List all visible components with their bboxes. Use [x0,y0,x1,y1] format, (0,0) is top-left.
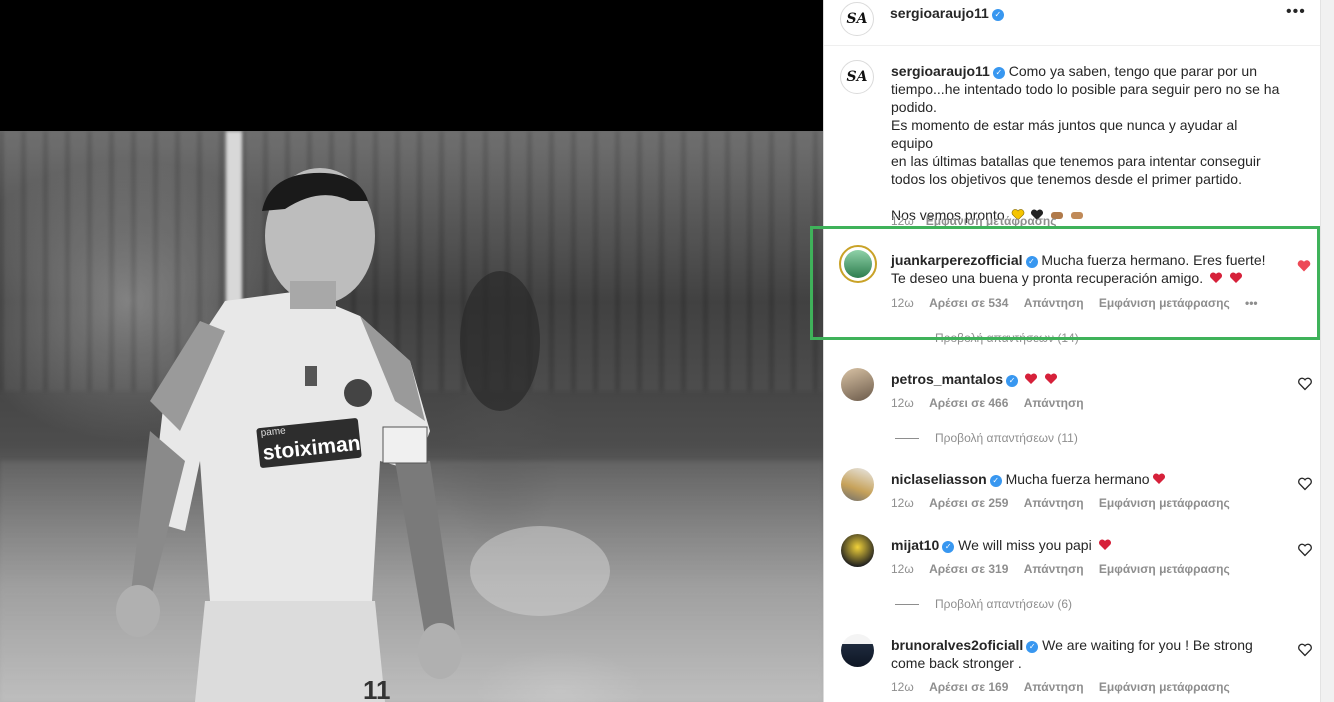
comment-likes[interactable]: Αρέσει σε 169 [929,680,1008,694]
replies-divider [895,338,919,340]
reply-button[interactable]: Απάντηση [1024,496,1084,510]
translate-link[interactable]: Εμφάνιση μετάφρασης [1099,496,1230,510]
caption-text: sergioaraujo11 ✓ Como ya saben, tengo que… [891,62,1281,224]
red-heart-icon [1024,373,1037,384]
verified-badge-icon: ✓ [989,475,1002,487]
translate-link[interactable]: Εμφάνιση μετάφρασης [1099,680,1230,694]
comment-text: juankarperezofficial ✓ Mucha fuerza herma… [891,251,1281,287]
heart-icon[interactable] [1298,643,1312,657]
post-photo: pame stoiximan 11 [0,131,823,702]
heart-icon[interactable] [1298,543,1312,557]
commenter-avatar[interactable] [841,534,874,567]
view-replies-button[interactable]: Προβολή απαντήσεων (6) [895,597,1072,611]
commenter-username[interactable]: brunoralves2oficiall [891,637,1023,653]
caption-line: en las últimas batallas que tenemos para… [891,153,1261,169]
reply-button[interactable]: Απάντηση [1024,396,1084,410]
comment-meta: 12ω Αρέσει σε 534 Απάντηση Εμφάνιση μετά… [891,296,1270,310]
comment-body: We will miss you papi [958,537,1092,553]
comment-likes[interactable]: Αρέσει σε 466 [929,396,1008,410]
red-heart-icon [1098,539,1111,550]
replies-divider [895,438,919,440]
caption-meta: 12ω Εμφάνιση μετάφρασης [891,214,1069,228]
comment-options-icon[interactable]: ••• [1245,296,1258,310]
comment-time: 12ω [891,296,914,310]
red-heart-icon [1229,272,1242,283]
commenter-username[interactable]: petros_mantalos [891,371,1003,387]
comment-text: niclaseliasson ✓ Mucha fuerza hermano [891,470,1281,488]
heart-icon[interactable] [1298,377,1312,391]
comment-meta: 12ω Αρέσει σε 169 Απάντηση Εμφάνιση μετά… [891,680,1242,694]
fist-bump-icon [1071,212,1084,219]
replies-divider [895,604,919,606]
comment-likes[interactable]: Αρέσει σε 259 [929,496,1008,510]
comments-panel: SA sergioaraujo11 ✓ ••• SA sergioaraujo11… [823,0,1321,702]
commenter-avatar[interactable] [841,368,874,401]
view-replies-button[interactable]: Προβολή απαντήσεων (11) [895,431,1078,445]
caption-time: 12ω [891,214,914,228]
heart-icon[interactable] [1298,477,1312,491]
caption-line: Como ya saben, tengo que parar por un [1008,63,1257,79]
red-heart-icon [1209,272,1223,283]
comment-time: 12ω [891,562,914,576]
translate-link[interactable]: Εμφάνιση μετάφρασης [1099,562,1230,576]
player-illustration: pame stoiximan 11 [116,168,610,702]
author-avatar[interactable]: SA [840,2,874,36]
commenter-username[interactable]: mijat10 [891,537,939,553]
red-heart-icon [1044,373,1057,384]
liked-heart-icon[interactable] [1297,259,1311,273]
reply-button[interactable]: Απάντηση [1024,680,1084,694]
commenter-avatar[interactable] [841,634,874,667]
scrollbar[interactable] [1320,0,1334,702]
verified-badge-icon: ✓ [991,9,1004,21]
comment-time: 12ω [891,396,914,410]
comment-text: petros_mantalos ✓ [891,370,1281,388]
comment-text: brunoralves2oficiall ✓ We are waiting for… [891,636,1281,672]
red-heart-icon [1152,473,1165,484]
caption-line: podido. [891,99,937,115]
reply-button[interactable]: Απάντηση [1024,296,1084,310]
comment-text: mijat10 ✓ We will miss you papi [891,536,1281,554]
commenter-avatar[interactable] [839,245,877,283]
comment-time: 12ω [891,680,914,694]
caption-author-avatar[interactable]: SA [840,60,874,94]
post-header: SA sergioaraujo11 ✓ ••• [824,0,1321,46]
comment-likes[interactable]: Αρέσει σε 319 [929,562,1008,576]
author-username[interactable]: sergioaraujo11 [890,5,989,21]
translate-link[interactable]: Εμφάνιση μετάφρασης [1099,296,1230,310]
comment-time: 12ω [891,496,914,510]
caption-translate-link[interactable]: Εμφάνιση μετάφρασης [926,214,1057,228]
comment-likes[interactable]: Αρέσει σε 534 [929,296,1008,310]
verified-badge-icon: ✓ [942,541,955,553]
caption-line: todos los objetivos que tenemos desde el… [891,171,1242,187]
comment-meta: 12ω Αρέσει σε 319 Απάντηση Εμφάνιση μετά… [891,562,1242,576]
verified-badge-icon: ✓ [992,67,1005,79]
comment-meta: 12ω Αρέσει σε 259 Απάντηση Εμφάνιση μετά… [891,496,1242,510]
caption-line: tiempo...he intentado todo lo posible pa… [891,81,1280,97]
post-media[interactable]: pame stoiximan 11 [0,0,823,702]
verified-badge-icon: ✓ [1026,641,1039,653]
comment-body: Mucha fuerza hermano [1005,471,1150,487]
comment-meta: 12ω Αρέσει σε 466 Απάντηση [891,396,1096,410]
reply-button[interactable]: Απάντηση [1024,562,1084,576]
verified-badge-icon: ✓ [1025,256,1038,268]
shirt-number: 11 [363,675,391,702]
author-name-block: sergioaraujo11 ✓ [890,5,1004,23]
verified-badge-icon: ✓ [1006,375,1019,387]
more-horizontal-icon[interactable]: ••• [1286,3,1306,21]
commenter-username[interactable]: juankarperezofficial [891,252,1023,268]
commenter-avatar[interactable] [841,468,874,501]
view-replies-button[interactable]: Προβολή απαντήσεων (14) [895,331,1079,345]
caption-author-username[interactable]: sergioaraujo11 [891,63,990,79]
commenter-username[interactable]: niclaseliasson [891,471,987,487]
caption-line: Es momento de estar más juntos que nunca… [891,117,1238,151]
